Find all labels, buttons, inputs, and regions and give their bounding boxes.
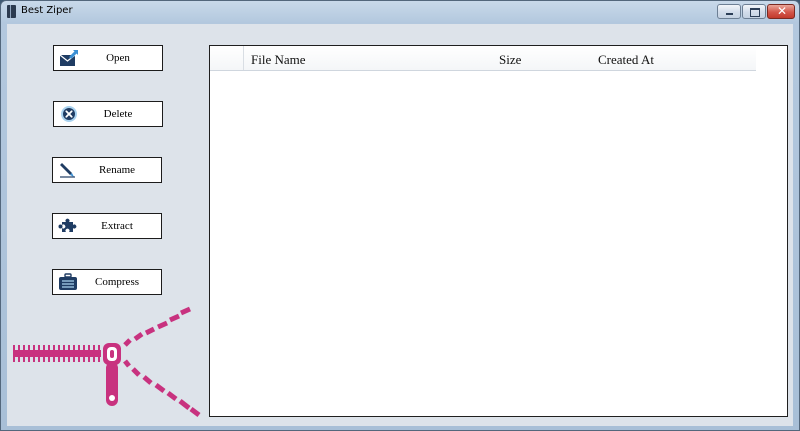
delete-circle-icon: [59, 105, 79, 123]
rename-label: Rename: [98, 164, 136, 176]
extract-label: Extract: [101, 220, 133, 232]
puzzle-icon: [58, 217, 78, 235]
rename-button[interactable]: Rename: [52, 157, 162, 183]
title-bar[interactable]: Best Ziper ✕: [1, 1, 799, 23]
window-title: Best Ziper: [21, 5, 73, 16]
minimize-button[interactable]: [717, 4, 741, 19]
compress-label: Compress: [95, 276, 139, 288]
column-header-file-name[interactable]: File Name: [251, 52, 306, 68]
client-area: Open Delete Rename Extract Compress File…: [7, 24, 793, 426]
close-icon: ✕: [777, 4, 788, 18]
extract-button[interactable]: Extract: [52, 213, 162, 239]
archive-box-icon: [58, 273, 78, 291]
envelope-arrow-icon: [59, 49, 79, 67]
pencil-icon: [58, 161, 78, 179]
close-button[interactable]: ✕: [767, 4, 795, 19]
compress-button[interactable]: Compress: [52, 269, 162, 295]
file-list-table[interactable]: File Name Size Created At: [209, 45, 788, 417]
column-header-created-at[interactable]: Created At: [598, 52, 654, 68]
minimize-icon: [726, 13, 733, 15]
column-header-size[interactable]: Size: [499, 52, 521, 68]
zipper-logo: [13, 305, 203, 417]
maximize-button[interactable]: [742, 4, 766, 19]
delete-button[interactable]: Delete: [53, 101, 163, 127]
app-window: Best Ziper ✕ Open Delete Rename Extract …: [0, 0, 800, 431]
table-header: File Name Size Created At: [210, 46, 756, 71]
row-header-corner[interactable]: [210, 46, 244, 70]
maximize-icon: [750, 8, 760, 17]
open-button[interactable]: Open: [53, 45, 163, 71]
app-book-icon: [7, 5, 16, 18]
open-label: Open: [106, 52, 130, 64]
delete-label: Delete: [103, 108, 133, 120]
